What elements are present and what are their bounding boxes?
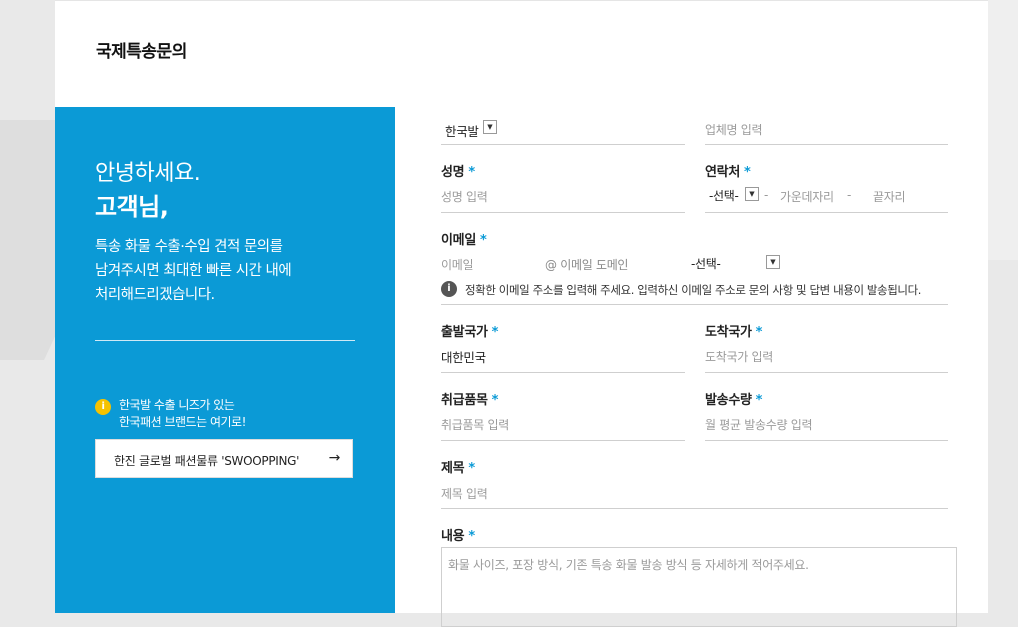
notice-line: 한국발 수출 니즈가 있는 xyxy=(119,398,235,412)
volume-label: 발송수량 * xyxy=(705,393,763,408)
background-strip xyxy=(988,0,1018,260)
subject-field: 제목 * 제목 입력 xyxy=(441,457,948,509)
swoopping-button[interactable]: 한진 글로벌 패션물류 'SWOOPPING' → xyxy=(95,439,353,478)
email-id-input[interactable]: 이메일 xyxy=(441,256,474,273)
email-info-text: 정확한 이메일 주소를 입력해 주세요. 입력하신 이메일 주소로 문의 사항 … xyxy=(465,283,922,297)
field-underline xyxy=(441,440,685,441)
intro-divider xyxy=(95,340,355,341)
field-underline xyxy=(441,144,685,145)
company-field[interactable]: 업체명 입력 xyxy=(705,107,948,145)
content-field-label: 내용 * xyxy=(441,525,948,545)
notice-line: 한국패션 브랜드는 여기로! xyxy=(119,415,246,429)
name-field: 성명 * 성명 입력 xyxy=(441,161,685,213)
contact-field: 연락처 * -선택- ▼ - 가운데자리 - 끝자리 xyxy=(705,161,948,213)
field-underline xyxy=(441,212,685,213)
intro-text-line: 특송 화물 수출·수입 견적 문의를 xyxy=(95,239,283,255)
item-label: 취급품목 * xyxy=(441,393,499,408)
content-label: 내용 * xyxy=(441,529,475,544)
volume-input[interactable]: 월 평균 발송수량 입력 xyxy=(705,416,813,433)
content-textarea[interactable]: 화물 사이즈, 포장 방식, 기존 특송 화물 발송 방식 등 자세하게 적어주… xyxy=(441,547,957,627)
departure-label: 출발국가 * xyxy=(441,325,499,340)
email-domain-input[interactable]: @ 이메일 도메인 xyxy=(545,256,628,273)
separator: - xyxy=(847,188,852,202)
field-underline xyxy=(705,144,948,145)
subject-label: 제목 * xyxy=(441,461,475,476)
arrival-field: 도착국가 * 도착국가 입력 xyxy=(705,321,948,373)
chevron-down-icon[interactable]: ▼ xyxy=(483,120,497,134)
name-input[interactable]: 성명 입력 xyxy=(441,188,488,205)
field-underline xyxy=(441,508,948,509)
item-input[interactable]: 취급품목 입력 xyxy=(441,416,509,433)
departure-value[interactable]: 대한민국 xyxy=(441,347,486,366)
contact-prefix-select[interactable]: -선택- xyxy=(709,187,739,204)
field-underline xyxy=(441,372,685,373)
inquiry-panel: 국제특송문의 안녕하세요. 고객님, 특송 화물 수출·수입 견적 문의를 남겨… xyxy=(55,0,988,627)
notice-text: 한국발 수출 니즈가 있는 한국패션 브랜드는 여기로! xyxy=(119,397,339,431)
field-underline xyxy=(705,212,948,213)
departure-field: 출발국가 * 대한민국 xyxy=(441,321,685,373)
separator: - xyxy=(764,188,769,202)
page-title: 국제특송문의 xyxy=(96,42,187,62)
email-label: 이메일 * xyxy=(441,233,487,248)
email-field: 이메일 * 이메일 @ 이메일 도메인 -선택- ▼ i 정확한 이메일 주소를 … xyxy=(441,229,948,305)
intro-text-line: 남겨주시면 최대한 빠른 시간 내에 xyxy=(95,263,292,279)
intro-text: 특송 화물 수출·수입 견적 문의를 남겨주시면 최대한 빠른 시간 내에 처리… xyxy=(95,235,355,307)
swoopping-button-label: 한진 글로벌 패션물류 'SWOOPPING' xyxy=(114,454,300,468)
field-underline xyxy=(705,372,948,373)
greeting-line1: 안녕하세요. xyxy=(95,161,201,186)
arrow-right-icon: → xyxy=(328,450,341,466)
item-field: 취급품목 * 취급품목 입력 xyxy=(441,389,685,441)
info-icon: i xyxy=(95,399,111,415)
origin-select-value: 한국발 xyxy=(445,124,479,139)
subject-input[interactable]: 제목 입력 xyxy=(441,485,488,502)
company-input[interactable]: 업체명 입력 xyxy=(705,121,763,138)
field-underline xyxy=(705,440,948,441)
contact-label: 연락처 * xyxy=(705,165,751,180)
info-icon: i xyxy=(441,281,457,297)
intro-text-line: 처리해드리겠습니다. xyxy=(95,287,215,303)
arrival-input[interactable]: 도착국가 입력 xyxy=(705,348,773,365)
greeting-line2: 고객님, xyxy=(95,193,169,221)
intro-section: 안녕하세요. 고객님, 특송 화물 수출·수입 견적 문의를 남겨주시면 최대한… xyxy=(55,107,395,613)
field-underline xyxy=(441,304,948,305)
arrival-label: 도착국가 * xyxy=(705,325,763,340)
contact-middle-input[interactable]: 가운데자리 xyxy=(780,188,834,205)
origin-field[interactable]: 한국발 ▼ xyxy=(441,107,685,145)
content-placeholder: 화물 사이즈, 포장 방식, 기존 특송 화물 발송 방식 등 자세하게 적어주… xyxy=(448,558,809,572)
name-label: 성명 * xyxy=(441,165,475,180)
chevron-down-icon[interactable]: ▼ xyxy=(766,255,780,269)
chevron-down-icon[interactable]: ▼ xyxy=(745,187,759,201)
volume-field: 발송수량 * 월 평균 발송수량 입력 xyxy=(705,389,948,441)
email-domain-select[interactable]: -선택- xyxy=(691,255,721,272)
contact-last-input[interactable]: 끝자리 xyxy=(873,188,906,205)
